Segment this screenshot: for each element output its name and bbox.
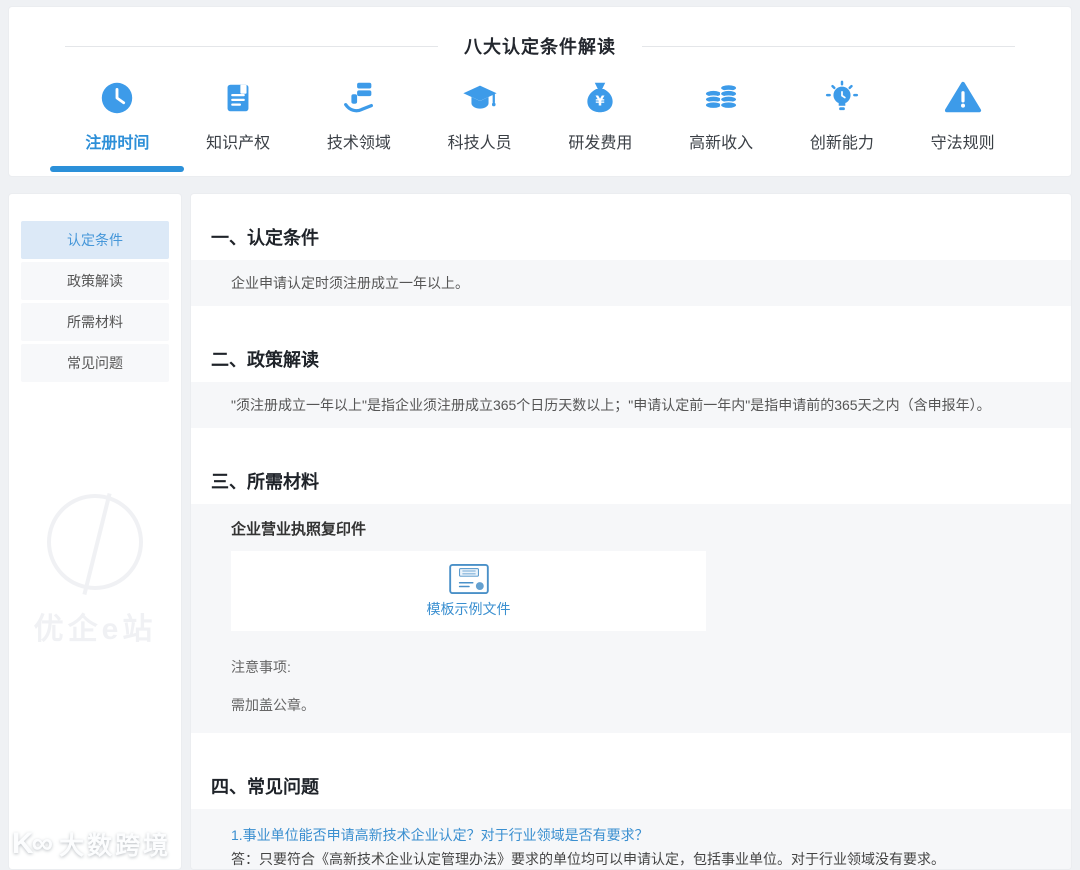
section-2-heading: 二、政策解读 bbox=[211, 350, 319, 370]
sidebar-watermark: 优企e站 bbox=[9, 494, 181, 648]
section-1-text: 企业申请认定时须注册成立一年以上。 bbox=[231, 275, 469, 291]
tab-label: 技术领域 bbox=[326, 135, 391, 152]
tab-label: 高新收入 bbox=[689, 135, 754, 152]
header-card: 八大认定条件解读 注册时间 知识产权 技术领域 科技人员 ¥ 研发费用 高新收入… bbox=[8, 6, 1072, 177]
section-4-heading: 四、常见问题 bbox=[211, 777, 319, 797]
tab-tech-personnel[interactable]: 科技人员 bbox=[419, 79, 540, 153]
sidebar-menu: 认定条件 政策解读 所需材料 常见问题 bbox=[9, 194, 181, 412]
title-divider-left bbox=[65, 45, 438, 47]
lightbulb-icon bbox=[823, 79, 861, 117]
tab-rd-expense[interactable]: ¥ 研发费用 bbox=[540, 79, 661, 153]
section-2-body: "须注册成立一年以上"是指企业须注册成立365个日历天数以上；"申请认定前一年内… bbox=[191, 382, 1071, 428]
sidebar-item-faq[interactable]: 常见问题 bbox=[21, 344, 169, 382]
faq-answer: 答：只要符合《高新技术企业认定管理办法》要求的单位均可以申请认定，包括事业单位。… bbox=[231, 851, 945, 867]
main-content: 一、认定条件 企业申请认定时须注册成立一年以上。 二、政策解读 "须注册成立一年… bbox=[190, 193, 1072, 870]
note-text: 需加盖公章。 bbox=[231, 697, 315, 713]
section-4-body: 1.事业单位能否申请高新技术企业认定？对于行业领域是否有要求？ 答：只要符合《高… bbox=[191, 809, 1071, 869]
section-3-heading: 三、所需材料 bbox=[211, 472, 319, 492]
faq-question-link[interactable]: 1.事业单位能否申请高新技术企业认定？对于行业领域是否有要求？ bbox=[231, 823, 1031, 847]
notes-label: 注意事项: bbox=[231, 659, 291, 675]
sidebar-item-conditions[interactable]: 认定条件 bbox=[21, 221, 169, 259]
active-tab-underline bbox=[50, 166, 185, 172]
sidebar-item-policy[interactable]: 政策解读 bbox=[21, 262, 169, 300]
tab-label: 创新能力 bbox=[809, 135, 874, 152]
section-1-heading: 一、认定条件 bbox=[211, 228, 319, 248]
hand-coins-icon bbox=[340, 79, 378, 117]
tab-law-compliance[interactable]: 守法规则 bbox=[902, 79, 1023, 153]
book-icon bbox=[219, 79, 257, 117]
business-license-icon bbox=[448, 563, 490, 595]
title-divider-right bbox=[642, 45, 1015, 47]
tab-label: 研发费用 bbox=[568, 135, 633, 152]
tab-label: 科技人员 bbox=[447, 135, 512, 152]
clock-icon bbox=[98, 79, 136, 117]
tab-hightech-income[interactable]: 高新收入 bbox=[661, 79, 782, 153]
material-title: 企业营业执照复印件 bbox=[231, 521, 367, 538]
template-file-box[interactable]: 模板示例文件 bbox=[231, 551, 706, 631]
page-title: 八大认定条件解读 bbox=[464, 37, 616, 57]
tab-registration-time[interactable]: 注册时间 bbox=[50, 79, 185, 172]
coins-icon bbox=[702, 79, 740, 117]
title-row: 八大认定条件解读 bbox=[65, 33, 1015, 59]
tab-label: 知识产权 bbox=[206, 135, 271, 152]
watermark-logo-ring bbox=[47, 494, 143, 590]
section-1-body: 企业申请认定时须注册成立一年以上。 bbox=[191, 260, 1071, 306]
sidebar: 认定条件 政策解读 所需材料 常见问题 优企e站 bbox=[8, 193, 182, 870]
money-bag-icon: ¥ bbox=[581, 79, 619, 117]
svg-text:¥: ¥ bbox=[596, 95, 606, 110]
tab-label: 注册时间 bbox=[85, 135, 150, 152]
section-2-text: "须注册成立一年以上"是指企业须注册成立365个日历天数以上；"申请认定前一年内… bbox=[231, 397, 991, 413]
watermark-text: 优企e站 bbox=[33, 613, 157, 646]
section-3-body: 企业营业执照复印件 模板示例文件 注意事项: 需加盖公章。 bbox=[191, 504, 1071, 733]
warning-icon bbox=[944, 79, 982, 117]
tab-label: 守法规则 bbox=[930, 135, 995, 152]
condition-tabs: 注册时间 知识产权 技术领域 科技人员 ¥ 研发费用 高新收入 创新能力 守法规… bbox=[9, 59, 1071, 172]
sidebar-item-materials[interactable]: 所需材料 bbox=[21, 303, 169, 341]
template-file-link[interactable]: 模板示例文件 bbox=[427, 599, 511, 619]
tab-intellectual-property[interactable]: 知识产权 bbox=[178, 79, 299, 153]
tab-innovation-ability[interactable]: 创新能力 bbox=[782, 79, 903, 153]
tab-technical-field[interactable]: 技术领域 bbox=[299, 79, 420, 153]
graduation-cap-icon bbox=[461, 79, 499, 117]
